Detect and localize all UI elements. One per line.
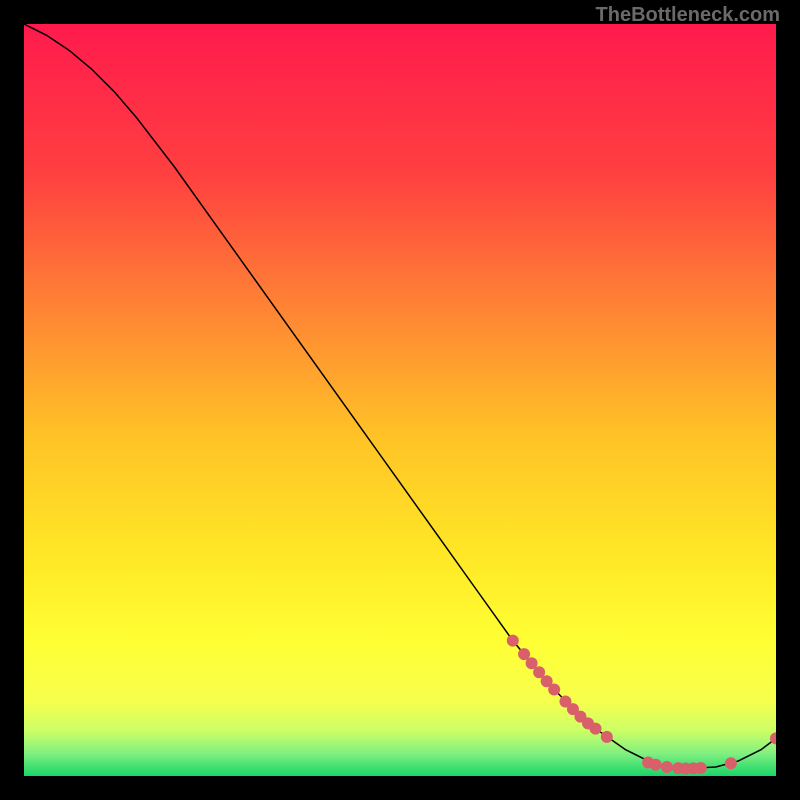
data-point xyxy=(650,759,662,771)
chart-svg xyxy=(24,24,776,776)
bottleneck-chart xyxy=(24,24,776,776)
data-point xyxy=(661,761,673,773)
data-point xyxy=(601,731,613,743)
data-point xyxy=(725,757,737,769)
data-point xyxy=(548,684,560,696)
data-point xyxy=(695,762,707,774)
data-point xyxy=(507,635,519,647)
watermark-text: TheBottleneck.com xyxy=(596,4,780,27)
chart-background xyxy=(24,24,776,776)
data-point xyxy=(590,723,602,735)
